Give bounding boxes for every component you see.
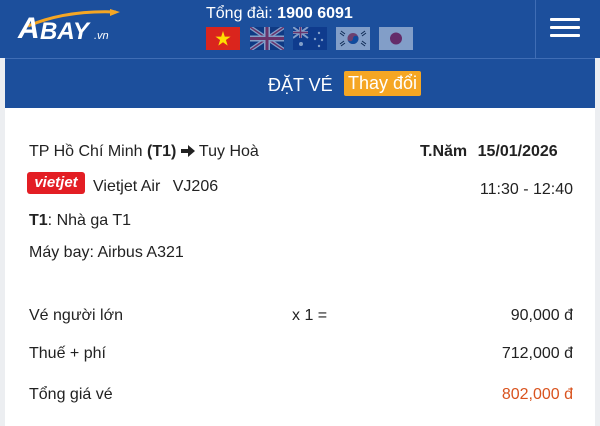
flight-time: 11:30 - 12:40 <box>479 181 573 198</box>
menu-divider <box>535 0 536 58</box>
booking-title: ĐẶT VÉ <box>268 75 333 95</box>
logo-letter-a: A <box>18 12 40 45</box>
vietnam-flag[interactable] <box>206 27 240 50</box>
terminal-text: : Nhà ga T1 <box>47 212 131 229</box>
route: TP Hồ Chí Minh (T1) Tuy Hoà <box>29 142 259 162</box>
aircraft-info: Máy bay: Airbus A321 <box>29 244 184 261</box>
flight-date-value: 15/01/2026 <box>477 143 558 160</box>
hamburger-icon[interactable] <box>548 14 582 42</box>
origin-city: TP Hồ Chí Minh <box>29 143 143 160</box>
flight-number: VJ206 <box>172 178 219 195</box>
change-button[interactable]: Thay đổi <box>344 71 422 96</box>
flight-date: T.Năm 15/01/2026 <box>420 142 558 162</box>
adult-fare-price: 90,000 đ <box>510 307 573 324</box>
hotline[interactable]: Tổng đài: 1900 6091 <box>206 4 353 24</box>
tax-fee-price: 712,000 đ <box>501 345 573 362</box>
hotline-number[interactable]: 1900 6091 <box>277 5 353 22</box>
hotline-label: Tổng đài: <box>206 5 273 22</box>
total-price: 802,000 đ <box>501 386 573 403</box>
destination-city: Tuy Hoà <box>198 143 259 160</box>
abay-logo[interactable]: A BAY .vn <box>18 9 120 46</box>
adult-quantity: x 1 = <box>292 307 328 324</box>
booking-bar: ĐẶT VÉ Thay đổi <box>5 58 595 108</box>
logo-text-bay: BAY <box>40 18 89 45</box>
terminal-info: T1: Nhà ga T1 <box>29 211 131 231</box>
site-header: A BAY .vn Tổng đài: 1900 6091 <box>0 0 600 58</box>
arrow-right-icon <box>180 145 195 157</box>
total-label: Tổng giá vé <box>29 386 113 403</box>
adult-fare-label: Vé người lớn <box>29 307 123 324</box>
uk-flag[interactable] <box>250 27 284 50</box>
terminal-code: T1 <box>29 212 48 229</box>
korea-flag[interactable] <box>336 27 370 50</box>
vietjet-logo: vietjet <box>27 172 85 194</box>
tax-fee-label: Thuế + phí <box>29 345 106 362</box>
flight-weekday: T.Năm <box>420 143 468 160</box>
airline-name: Vietjet Air <box>93 178 161 195</box>
airline-info: Vietjet Air VJ206 <box>93 177 218 197</box>
japan-flag[interactable] <box>379 27 413 50</box>
origin-code: (T1) <box>146 143 177 160</box>
australia-flag[interactable] <box>293 27 327 50</box>
logo-text-vn: .vn <box>94 30 109 42</box>
